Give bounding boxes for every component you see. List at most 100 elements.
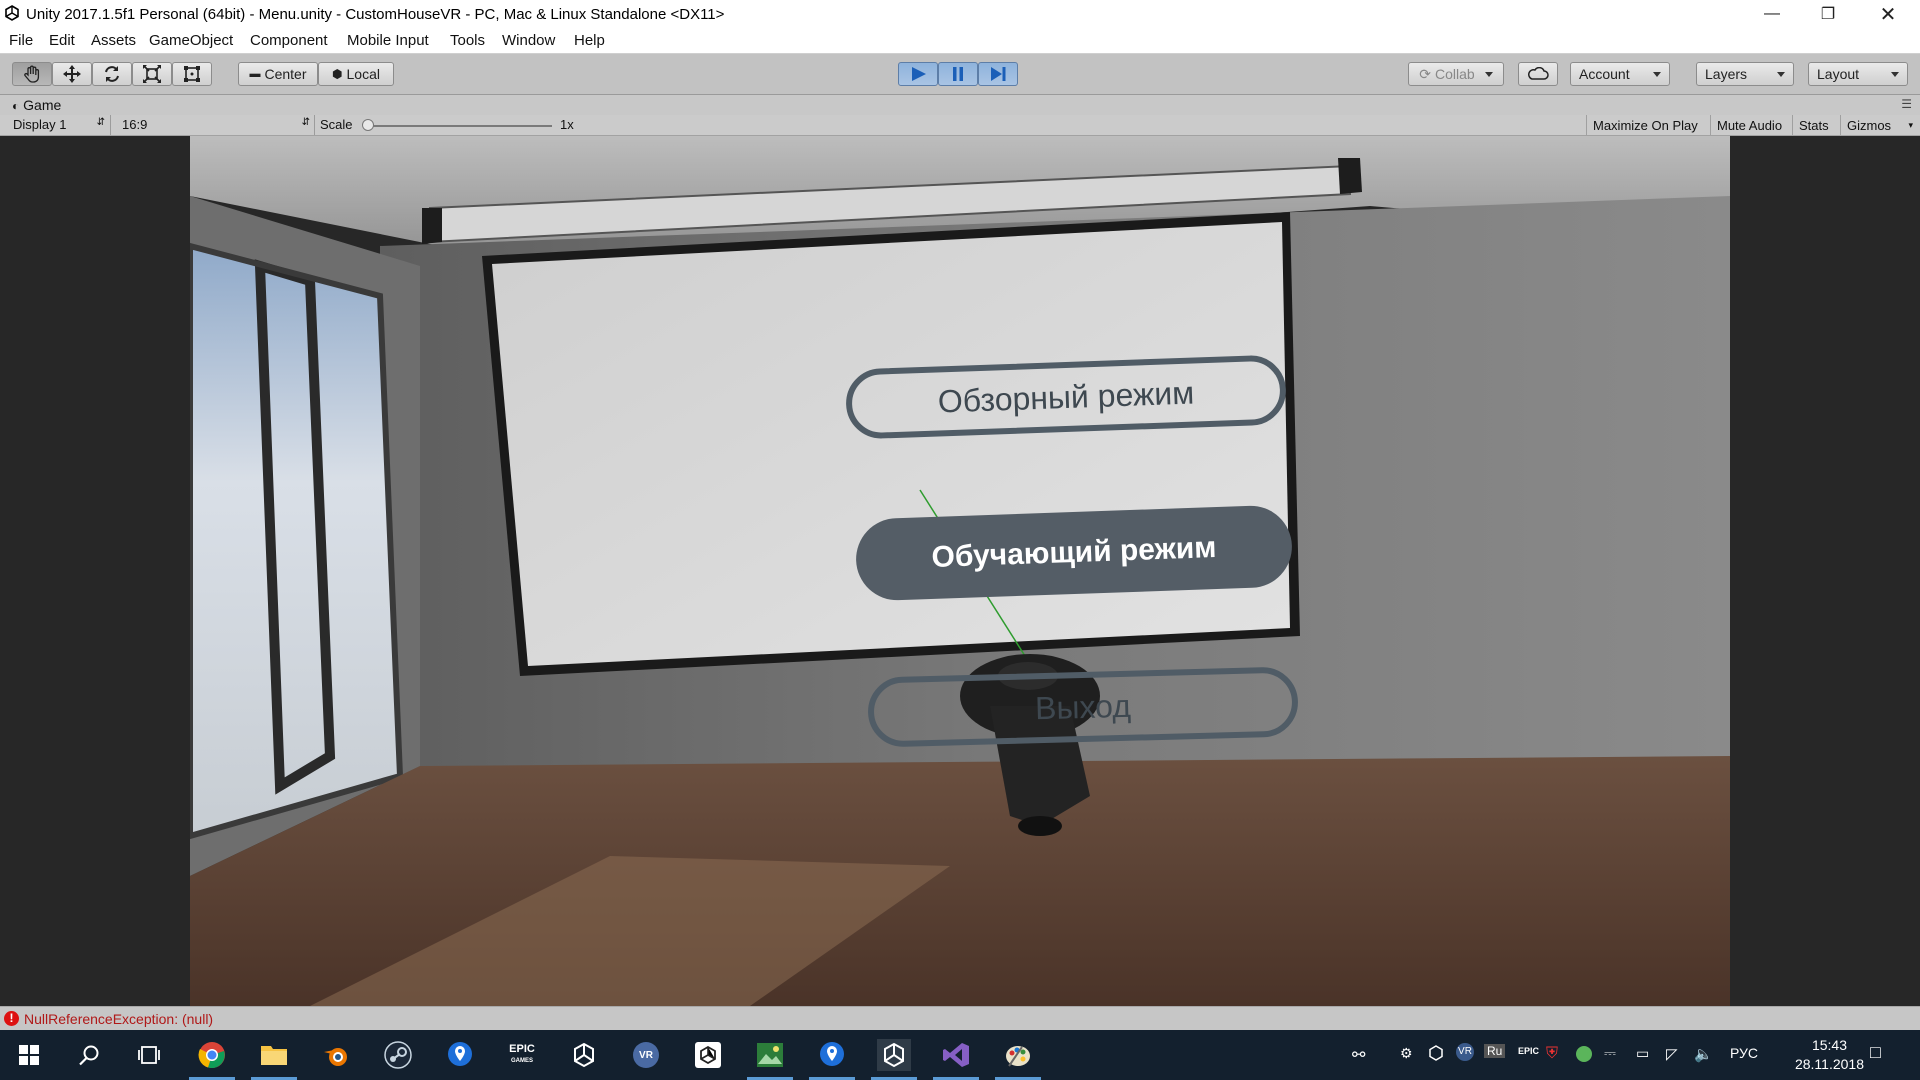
menu-mobile-input[interactable]: Mobile Input [347, 32, 429, 49]
language-indicator[interactable]: РУС [1730, 1045, 1758, 1061]
restore-button[interactable]: ❐ [1800, 0, 1856, 28]
play-button[interactable] [898, 62, 938, 86]
mute-audio-toggle[interactable]: Mute Audio [1710, 115, 1788, 135]
gizmos-label: Gizmos [1847, 117, 1892, 133]
menu-tools[interactable]: Tools [450, 32, 485, 49]
scale-tool-button[interactable] [132, 62, 172, 86]
task-view-icon[interactable] [132, 1039, 166, 1071]
minimize-button[interactable]: — [1744, 0, 1800, 28]
status-bar: ! NullReferenceException: (null) [0, 1006, 1920, 1031]
menu-assets[interactable]: Assets [91, 32, 136, 49]
scale-slider-track[interactable] [366, 125, 552, 127]
maps-icon-2[interactable] [809, 1039, 855, 1080]
shield-icon[interactable]: ⛨ [1546, 1045, 1558, 1063]
image-editor-icon[interactable] [747, 1039, 793, 1080]
game-view[interactable]: Обзорный режим Обучающий режим Выход [190, 136, 1730, 1006]
cloud-button[interactable] [1518, 62, 1558, 86]
pivot-icon: ▬ [249, 68, 261, 80]
account-dropdown[interactable]: Account [1570, 62, 1670, 86]
volume-icon[interactable]: 🔈 [1694, 1045, 1713, 1063]
network-drive-icon[interactable]: ⚙ [1400, 1045, 1413, 1062]
title-bar: Unity 2017.1.5f1 Personal (64bit) - Menu… [0, 0, 1920, 29]
menu-edit[interactable]: Edit [49, 32, 75, 49]
display-dropdown[interactable]: Display 1 ⇵ [13, 117, 105, 132]
menu-gameobject[interactable]: GameObject [149, 32, 233, 49]
separator [314, 115, 315, 135]
layout-dropdown[interactable]: Layout [1808, 62, 1908, 86]
unity-editor-icon[interactable] [871, 1039, 917, 1080]
menu-bar: File Edit Assets GameObject Component Mo… [0, 28, 1920, 54]
collab-dropdown[interactable]: ⟳ Collab [1408, 62, 1504, 86]
blender-icon[interactable] [319, 1039, 353, 1071]
collab-icon: ⟳ [1419, 65, 1432, 82]
move-tool-button[interactable] [52, 62, 92, 86]
notifications-icon[interactable]: □ [1870, 1042, 1881, 1063]
step-button[interactable] [978, 62, 1018, 86]
layers-label: Layers [1705, 66, 1748, 82]
tab-game[interactable]: ◐ Game [12, 97, 61, 113]
rect-tool-button[interactable] [172, 62, 212, 86]
projector-cap-right [1338, 158, 1362, 194]
game-tab-bar: ◐ Game ☰ [0, 95, 1920, 115]
wifi-icon[interactable]: ◸ [1666, 1045, 1678, 1063]
gizmos-dropdown[interactable]: Gizmos ▾ [1840, 115, 1919, 135]
menu-component[interactable]: Component [250, 32, 328, 49]
status-green-icon[interactable] [1576, 1046, 1592, 1062]
aspect-dropdown[interactable]: 16:9 ⇵ [122, 117, 310, 132]
layers-dropdown[interactable]: Layers [1696, 62, 1794, 86]
error-icon: ! [4, 1011, 19, 1026]
menu-window[interactable]: Window [502, 32, 555, 49]
unity-hub-icon[interactable] [691, 1039, 725, 1071]
scale-slider-thumb[interactable] [362, 119, 374, 131]
error-message[interactable]: NullReferenceException: (null) [24, 1011, 213, 1027]
menu-help[interactable]: Help [574, 32, 605, 49]
paint-icon[interactable] [995, 1039, 1041, 1080]
search-icon[interactable] [72, 1039, 106, 1071]
training-mode-label: Обучающий режим [931, 531, 1217, 574]
people-icon[interactable]: ⚯ [1352, 1045, 1365, 1065]
battery-icon[interactable]: ▭ [1636, 1045, 1649, 1062]
steam-icon[interactable] [381, 1039, 415, 1071]
pivot-center-toggle[interactable]: ▬ Center [238, 62, 318, 86]
keyboard-layout-icon[interactable]: Ru [1484, 1044, 1506, 1058]
exit-button[interactable]: Выход [867, 666, 1299, 748]
visual-studio-icon[interactable] [933, 1039, 979, 1080]
rotate-tool-button[interactable] [92, 62, 132, 86]
account-label: Account [1579, 66, 1630, 82]
unity-tray-icon[interactable] [1428, 1045, 1444, 1064]
maps-icon[interactable] [443, 1039, 477, 1071]
vr-icon[interactable]: VR [629, 1039, 663, 1071]
file-explorer-icon[interactable] [251, 1039, 297, 1080]
local-icon: ⬢ [332, 67, 343, 81]
training-mode-button[interactable]: Обучающий режим [854, 504, 1294, 602]
tab-menu-icon[interactable]: ☰ [1901, 97, 1912, 111]
start-icon[interactable] [12, 1039, 46, 1071]
stats-toggle[interactable]: Stats [1792, 115, 1835, 135]
epic-tray-icon[interactable]: EPIC [1518, 1046, 1539, 1056]
move-tool-icon [63, 65, 81, 83]
epic-games-icon[interactable]: EPIC GAMES [505, 1039, 539, 1071]
pivot-local-toggle[interactable]: ⬢ Local [318, 62, 394, 86]
overview-mode-label: Обзорный режим [937, 374, 1195, 419]
vr-tray-icon[interactable]: VR [1456, 1043, 1474, 1061]
minimize-icon: — [1764, 5, 1780, 22]
unity-icon[interactable] [567, 1039, 601, 1071]
aspect-label: 16:9 [122, 117, 148, 132]
menu-file[interactable]: File [9, 32, 33, 49]
clock[interactable]: 15:43 28.11.2018 [1795, 1036, 1864, 1074]
close-button[interactable]: ✕ [1856, 0, 1920, 28]
close-icon: ✕ [1879, 3, 1897, 26]
display-arrows-icon: ⇵ [96, 117, 105, 128]
chrome-icon[interactable] [189, 1039, 235, 1080]
maximize-on-play-toggle[interactable]: Maximize On Play [1586, 115, 1704, 135]
local-label: Local [346, 66, 380, 82]
maximize-on-play-label: Maximize On Play [1593, 117, 1698, 133]
unity-logo-icon [5, 5, 19, 21]
mute-audio-label: Mute Audio [1717, 117, 1783, 133]
clock-time: 15:43 [1811, 1037, 1847, 1053]
stats-label: Stats [1799, 117, 1829, 133]
usb-device-icon[interactable]: ⎓ [1604, 1045, 1616, 1062]
window-glass [190, 246, 400, 836]
pause-button[interactable] [938, 62, 978, 86]
hand-tool-button[interactable] [12, 62, 52, 86]
